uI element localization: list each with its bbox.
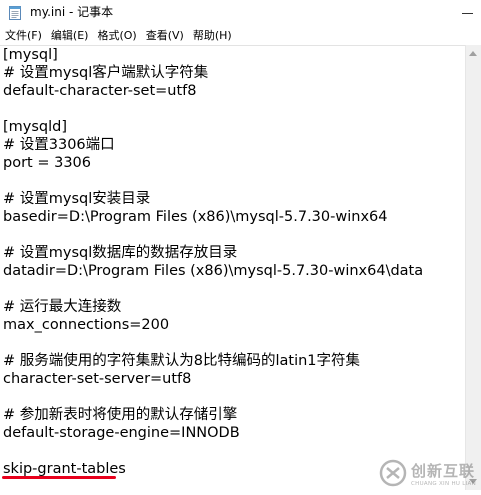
- text-line: default-storage-engine=INNODB: [3, 425, 240, 441]
- highlight-underline: [2, 476, 116, 479]
- text-line: # 参加新表时将使用的默认存储引擎: [3, 407, 238, 423]
- window-title: my.ini - 记事本: [30, 5, 114, 19]
- minimize-icon: [462, 13, 473, 14]
- minimize-button[interactable]: [455, 0, 481, 26]
- text-line: # 设置3306端口: [3, 137, 115, 153]
- notepad-icon: [9, 6, 21, 20]
- watermark-tagline: CHUANG XIN HU LIAN: [411, 481, 477, 487]
- text-line: [mysqld]: [3, 119, 68, 135]
- vertical-scrollbar[interactable]: [465, 45, 481, 490]
- text-line: max_connections=200: [3, 317, 170, 333]
- brand-mark-icon: [379, 459, 407, 487]
- watermark-name: 创新互联: [411, 462, 476, 480]
- menu-file[interactable]: 文件(F): [1, 26, 46, 45]
- text-line: port = 3306: [3, 155, 91, 171]
- menu-view[interactable]: 查看(V): [142, 26, 188, 45]
- text-line: datadir=D:\Program Files (x86)\mysql-5.7…: [3, 263, 424, 279]
- text-editor[interactable]: [mysql] # 设置mysql客户端默认字符集 default-charac…: [0, 45, 466, 486]
- notepad-window: my.ini - 记事本 文件(F) 编辑(E) 格式(O) 查看(V) 帮助(…: [0, 0, 481, 495]
- text-line: # 运行最大连接数: [3, 299, 122, 315]
- text-line: basedir=D:\Program Files (x86)\mysql-5.7…: [3, 209, 388, 225]
- text-line: default-character-set=utf8: [3, 83, 197, 99]
- scroll-up-arrow-icon[interactable]: [469, 51, 477, 56]
- text-line: [mysql]: [3, 47, 58, 63]
- title-bar[interactable]: my.ini - 记事本: [0, 0, 481, 26]
- text-line: # 设置mysql安装目录: [3, 191, 151, 207]
- menu-format[interactable]: 格式(O): [93, 26, 140, 45]
- watermark-logo: 创新互联 CHUANG XIN HU LIAN: [378, 458, 478, 492]
- text-line: character-set-server=utf8: [3, 371, 192, 387]
- text-line: # 服务端使用的字符集默认为8比特编码的latin1字符集: [3, 353, 361, 369]
- text-line: # 设置mysql客户端默认字符集: [3, 65, 209, 81]
- menu-edit[interactable]: 编辑(E): [47, 26, 93, 45]
- menu-bar: 文件(F) 编辑(E) 格式(O) 查看(V) 帮助(H): [0, 26, 481, 45]
- menu-help[interactable]: 帮助(H): [189, 26, 236, 45]
- text-line: # 设置mysql数据库的数据存放目录: [3, 245, 238, 261]
